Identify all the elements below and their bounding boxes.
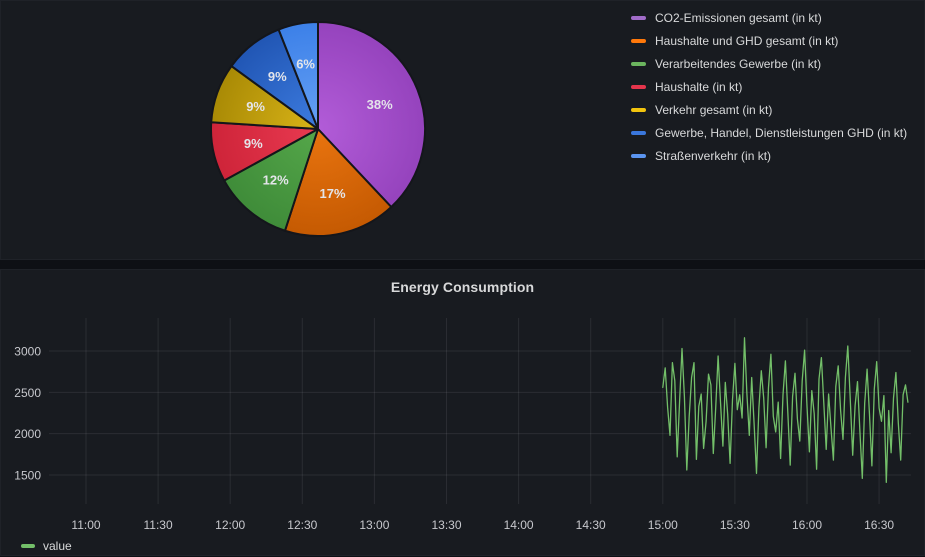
legend-color-dash — [631, 108, 646, 112]
legend-label: Haushalte (in kt) — [655, 80, 742, 94]
legend-color-dash — [631, 62, 646, 66]
pie-legend-item[interactable]: Verkehr gesamt (in kt) — [631, 98, 907, 121]
timeseries-panel: Energy Consumption 150020002500300011:00… — [0, 269, 925, 556]
legend-label: Straßenverkehr (in kt) — [655, 149, 771, 163]
pie-legend-item[interactable]: Straßenverkehr (in kt) — [631, 144, 907, 167]
pie-legend-item[interactable]: Haushalte (in kt) — [631, 75, 907, 98]
x-tick-label: 15:00 — [648, 518, 678, 532]
timeseries-chart[interactable]: 1500 2000 2500 3000 11:00 11:30 12:00 12:30 13:0… — [1, 270, 925, 557]
x-tick-label: 14:00 — [504, 518, 534, 532]
y-tick-label: 2500 — [14, 386, 41, 400]
series-line — [663, 338, 908, 483]
legend-color-dash — [631, 85, 646, 89]
pie-slice-label: 9% — [268, 69, 287, 84]
pie-slice-label: 38% — [367, 97, 393, 112]
x-tick-label: 16:00 — [792, 518, 822, 532]
pie-slice-label: 6% — [296, 56, 315, 71]
pie-legend: CO2-Emissionen gesamt (in kt) Haushalte u… — [631, 6, 907, 167]
pie-chart[interactable]: 38%17%12%9%9%9%6% — [207, 18, 429, 240]
legend-color-dash — [631, 154, 646, 158]
legend-label: Verarbeitendes Gewerbe (in kt) — [655, 57, 821, 71]
x-tick-label: 12:00 — [215, 518, 245, 532]
series-color-dash — [21, 544, 35, 548]
series-label: value — [43, 539, 72, 553]
x-tick-label: 16:30 — [864, 518, 894, 532]
x-tick-label: 14:30 — [576, 518, 606, 532]
x-tick-label: 11:30 — [144, 518, 173, 532]
pie-slice-label: 12% — [263, 173, 289, 188]
y-tick-label: 2000 — [14, 427, 41, 441]
pie-chart-panel: 38%17%12%9%9%9%6% CO2-Emissionen gesamt … — [0, 0, 925, 260]
pie-slice-label: 9% — [246, 99, 265, 114]
legend-label: Gewerbe, Handel, Dienstleistungen GHD (i… — [655, 126, 907, 140]
pie-legend-item[interactable]: CO2-Emissionen gesamt (in kt) — [631, 6, 907, 29]
pie-legend-item[interactable]: Verarbeitendes Gewerbe (in kt) — [631, 52, 907, 75]
x-tick-label: 13:30 — [431, 518, 461, 532]
legend-label: Verkehr gesamt (in kt) — [655, 103, 772, 117]
x-tick-label: 15:30 — [720, 518, 750, 532]
pie-legend-item[interactable]: Haushalte und GHD gesamt (in kt) — [631, 29, 907, 52]
pie-legend-item[interactable]: Gewerbe, Handel, Dienstleistungen GHD (i… — [631, 121, 907, 144]
legend-label: CO2-Emissionen gesamt (in kt) — [655, 11, 822, 25]
pie-slice-label: 17% — [319, 186, 345, 201]
x-tick-label: 13:00 — [359, 518, 389, 532]
legend-color-dash — [631, 39, 646, 43]
legend-color-dash — [631, 131, 646, 135]
legend-color-dash — [631, 16, 646, 20]
x-tick-label: 12:30 — [287, 518, 317, 532]
series-legend-item[interactable]: value — [21, 539, 72, 553]
x-tick-label: 11:00 — [71, 518, 100, 532]
y-tick-label: 3000 — [14, 345, 41, 359]
legend-label: Haushalte und GHD gesamt (in kt) — [655, 34, 838, 48]
y-tick-label: 1500 — [14, 468, 41, 482]
pie-slice-label: 9% — [244, 136, 263, 151]
